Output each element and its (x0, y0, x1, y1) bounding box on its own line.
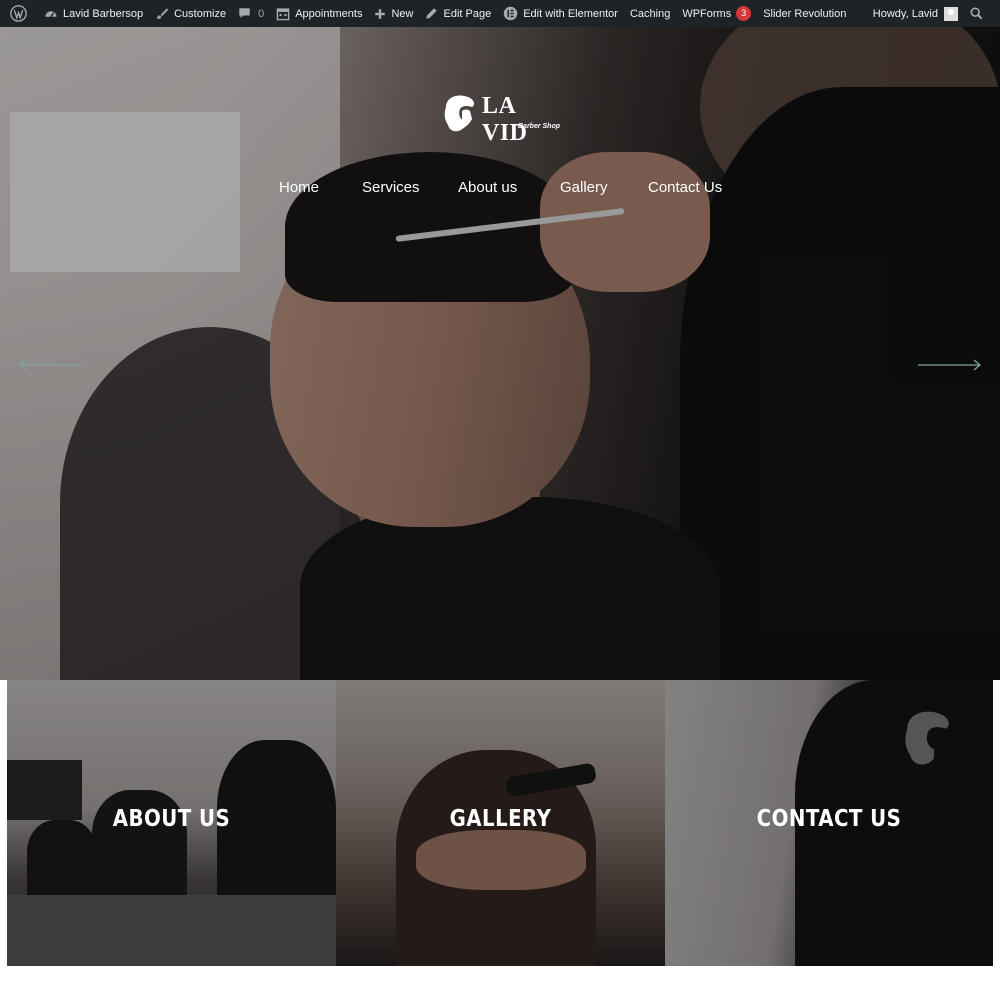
barber-head-logo-icon (444, 95, 475, 132)
site-name-label: Lavid Barbersop (63, 7, 144, 20)
nav-about-us[interactable]: About us (458, 179, 517, 196)
plus-icon (375, 8, 386, 19)
comments-count: 0 (258, 7, 265, 20)
tile-about-us[interactable]: ABOUT US (7, 680, 336, 966)
feature-tiles: ABOUT US GALLERY CONTACT US (7, 680, 993, 966)
tile-contact-us[interactable]: CONTACT US (665, 680, 993, 966)
nav-contact-us[interactable]: Contact Us (648, 179, 722, 196)
comments-link[interactable]: 0 (232, 0, 270, 27)
site-logo[interactable]: LA VID Barber Shop (440, 93, 565, 146)
elementor-icon (503, 6, 518, 21)
edit-elementor-label: Edit with Elementor (523, 7, 618, 20)
brush-icon (157, 7, 169, 19)
wpforms-label: WPForms (682, 7, 732, 20)
edit-page-link[interactable]: Edit Page (419, 0, 497, 27)
prev-arrow-icon[interactable] (18, 359, 82, 371)
slider-revolution-link[interactable]: Slider Revolution (757, 0, 852, 27)
caching-link[interactable]: Caching (624, 0, 676, 27)
nav-home[interactable]: Home (279, 179, 319, 196)
logo-tagline: Barber Shop (518, 123, 561, 130)
tile-gallery[interactable]: GALLERY (336, 680, 665, 966)
avatar-icon (944, 6, 958, 21)
tile-title-gallery: GALLERY (449, 806, 552, 832)
logo-name: LA VID (482, 93, 528, 146)
nav-services[interactable]: Services (362, 179, 420, 196)
customize-link[interactable]: Customize (149, 0, 232, 27)
main-navigation: Home Services About us Gallery Contact U… (0, 179, 1000, 199)
next-arrow-icon[interactable] (918, 359, 982, 371)
site-name-link[interactable]: Lavid Barbersop (38, 0, 149, 27)
hero-slider: LA VID Barber Shop Home Services About u… (0, 27, 1000, 680)
appointments-label: Appointments (295, 7, 363, 20)
new-content-link[interactable]: New (368, 0, 419, 27)
tile-title-contact-us: CONTACT US (756, 806, 902, 832)
admin-search-button[interactable] (964, 0, 994, 27)
admin-bar-left: Lavid Barbersop Customize 0 Appointments (4, 0, 852, 27)
search-icon (970, 7, 983, 20)
slider-revolution-label: Slider Revolution (763, 7, 847, 20)
howdy-label: Howdy, Lavid (872, 7, 938, 20)
wp-admin-bar: Lavid Barbersop Customize 0 Appointments (0, 0, 1000, 27)
pencil-icon (426, 8, 438, 19)
new-label: New (391, 7, 414, 20)
edit-elementor-link[interactable]: Edit with Elementor (497, 0, 624, 27)
wpforms-link[interactable]: WPForms 3 (676, 0, 757, 27)
appointments-link[interactable]: Appointments (270, 0, 368, 27)
customize-label: Customize (174, 7, 227, 20)
wpforms-count-badge: 3 (736, 6, 752, 21)
edit-page-label: Edit Page (443, 7, 492, 20)
admin-bar-right: Howdy, Lavid (867, 0, 994, 27)
wordpress-icon (10, 5, 27, 22)
caching-label: Caching (629, 7, 671, 20)
comment-icon (239, 8, 250, 19)
my-account-link[interactable]: Howdy, Lavid (867, 0, 964, 27)
dashboard-icon (45, 10, 57, 17)
nav-gallery[interactable]: Gallery (560, 179, 608, 196)
calendar-icon (276, 7, 290, 20)
tile-title-about-us: ABOUT US (112, 806, 231, 832)
wordpress-menu[interactable] (4, 0, 38, 27)
